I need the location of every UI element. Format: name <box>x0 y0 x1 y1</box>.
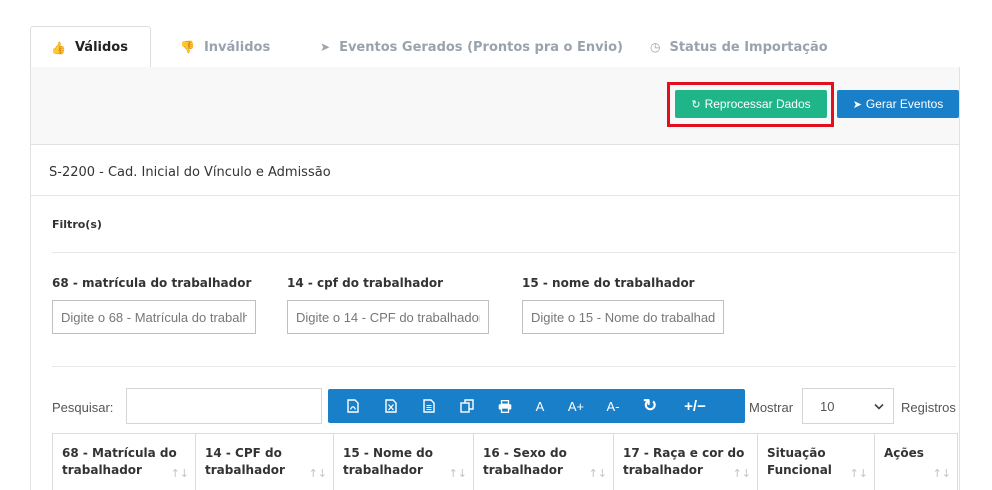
font-reset-button[interactable]: A <box>524 389 556 423</box>
action-toolbar: ↻ Reprocessar Dados ➤ Gerar Eventos <box>31 67 959 145</box>
copy-button[interactable] <box>448 389 486 423</box>
csv-export-button[interactable] <box>410 389 448 423</box>
records-label: Registros <box>901 400 956 415</box>
paper-plane-icon: ➤ <box>852 98 862 111</box>
column-header-matricula[interactable]: 68 - Matrícula do trabalhador ↑↓ <box>53 434 196 490</box>
tab-validos-label: Válidos <box>74 40 128 55</box>
tab-invalidos[interactable]: 👎 Inválidos <box>180 26 270 68</box>
file-pdf-icon <box>347 399 359 413</box>
tab-content-panel: ↻ Reprocessar Dados ➤ Gerar Eventos S-22… <box>30 67 960 490</box>
filter-label-nome: 15 - nome do trabalhador <box>522 276 695 290</box>
tab-status-importacao-label: Status de Importação <box>669 39 828 55</box>
sort-icon: ↑↓ <box>448 467 467 480</box>
sort-icon: ↑↓ <box>308 467 327 480</box>
column-header-label: 16 - Sexo do trabalhador <box>483 446 567 477</box>
file-excel-icon <box>385 399 397 413</box>
tab-validos[interactable]: 👍 Válidos <box>30 26 151 69</box>
column-header-sexo[interactable]: 16 - Sexo do trabalhador ↑↓ <box>474 434 614 490</box>
column-header-label: Ações <box>884 446 924 460</box>
tab-eventos-gerados[interactable]: ➤ Eventos Gerados (Prontos pra o Envio) <box>320 26 623 68</box>
columns-toggle-button[interactable]: +/− <box>670 389 720 423</box>
search-input[interactable] <box>126 388 322 424</box>
sort-icon: ↑↓ <box>932 467 951 480</box>
filters-label: Filtro(s) <box>52 218 102 231</box>
filters-divider <box>52 252 956 253</box>
column-header-cpf[interactable]: 14 - CPF do trabalhador ↑↓ <box>196 434 334 490</box>
nome-filter-input[interactable] <box>522 300 724 334</box>
page-length-label: Mostrar <box>749 400 794 415</box>
thumbs-up-icon: 👍 <box>51 40 66 55</box>
filter-label-matricula: 68 - matrícula do trabalhador <box>52 276 252 290</box>
column-header-label: 15 - Nome do trabalhador <box>343 446 433 477</box>
filters-bottom-divider <box>52 366 956 367</box>
refresh-button[interactable]: ↻ <box>630 389 670 423</box>
search-label: Pesquisar: <box>52 400 114 415</box>
generate-events-button[interactable]: ➤ Gerar Eventos <box>837 90 959 118</box>
print-button[interactable] <box>486 389 524 423</box>
column-header-situacao[interactable]: Situação Funcional ↑↓ <box>758 434 875 490</box>
column-header-label: 68 - Matrícula do trabalhador <box>62 446 177 477</box>
print-icon <box>498 399 512 413</box>
pdf-export-button[interactable] <box>334 389 372 423</box>
excel-export-button[interactable] <box>372 389 410 423</box>
chevron-down-icon <box>874 403 884 410</box>
font-decrease-button[interactable]: A- <box>596 389 630 423</box>
export-button-group: A A+ A- ↻ +/− <box>328 389 745 423</box>
file-text-icon <box>423 399 435 413</box>
sort-icon: ↑↓ <box>732 467 751 480</box>
refresh-icon: ↻ <box>642 396 658 415</box>
cpf-filter-input[interactable] <box>287 300 489 334</box>
column-header-acoes[interactable]: Ações ↑↓ <box>875 434 957 490</box>
column-header-raca-cor[interactable]: 17 - Raça e cor do trabalhador ↑↓ <box>614 434 758 490</box>
tab-bar: 👍 Válidos 👎 Inválidos ➤ Eventos Gerados … <box>30 26 960 69</box>
filter-label-cpf: 14 - cpf do trabalhador <box>287 276 444 290</box>
column-header-nome[interactable]: 15 - Nome do trabalhador ↑↓ <box>334 434 474 490</box>
page-length-value: 10 <box>820 398 835 414</box>
table-header-row: 68 - Matrícula do trabalhador ↑↓ 14 - CP… <box>52 433 958 490</box>
page-length-select[interactable]: 10 <box>802 388 894 424</box>
section-divider <box>31 195 959 196</box>
tab-status-importacao[interactable]: ◷ Status de Importação <box>650 26 828 68</box>
thumbs-down-icon: 👎 <box>180 40 195 54</box>
tab-eventos-gerados-label: Eventos Gerados (Prontos pra o Envio) <box>339 39 623 55</box>
font-increase-button[interactable]: A+ <box>556 389 596 423</box>
sort-icon: ↑↓ <box>588 467 607 480</box>
sort-icon: ↑↓ <box>849 467 868 480</box>
matricula-filter-input[interactable] <box>52 300 256 334</box>
clock-icon: ◷ <box>650 40 661 54</box>
section-title: S-2200 - Cad. Inicial do Vínculo e Admis… <box>49 165 331 180</box>
sort-icon: ↑↓ <box>170 467 189 480</box>
tab-invalidos-label: Inválidos <box>203 39 271 55</box>
column-header-label: 14 - CPF do trabalhador <box>205 446 285 477</box>
generate-events-label: Gerar Eventos <box>865 97 944 111</box>
highlight-box <box>667 82 834 127</box>
column-header-label: Situação Funcional <box>767 446 832 477</box>
column-header-label: 17 - Raça e cor do trabalhador <box>623 446 745 477</box>
paper-plane-icon: ➤ <box>320 40 331 54</box>
copy-icon <box>460 399 474 413</box>
